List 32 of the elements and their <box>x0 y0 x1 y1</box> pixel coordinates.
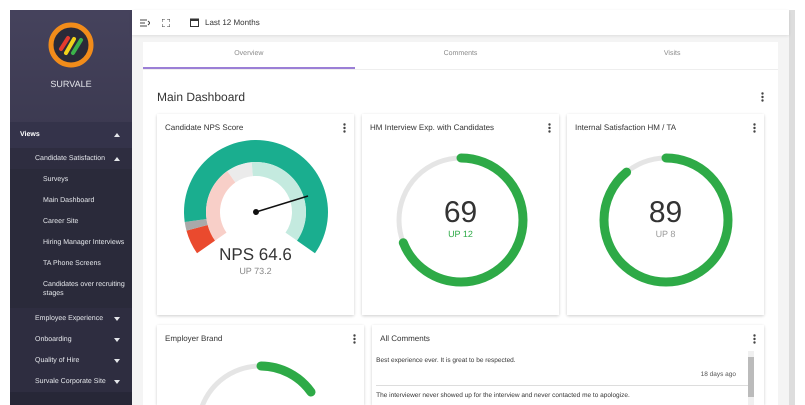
caret-down-icon <box>114 380 120 384</box>
score-value: 69 <box>444 198 478 228</box>
delta-text: UP 12 <box>448 228 473 242</box>
delta-text: UP 8 <box>656 228 676 242</box>
more-options-icon[interactable] <box>548 123 551 133</box>
score-value: 89 <box>648 198 682 228</box>
caret-up-icon <box>114 156 120 160</box>
more-options-icon[interactable] <box>343 123 346 133</box>
caret-down-icon <box>114 316 120 320</box>
fullscreen-icon[interactable] <box>162 18 170 26</box>
card-title: Employer Brand <box>165 333 222 345</box>
gauge-needle <box>252 195 308 215</box>
more-options-icon[interactable] <box>761 92 764 102</box>
card-title: Internal Satisfaction HM / TA <box>575 122 676 134</box>
brand-name: SURVALE <box>50 78 92 91</box>
caret-down-icon <box>114 338 120 342</box>
card-title: Candidate NPS Score <box>165 122 244 134</box>
more-options-icon[interactable] <box>353 334 356 344</box>
scrollbar[interactable] <box>748 351 754 405</box>
card-title: All Comments <box>380 333 430 345</box>
dashboard-title: Main Dashboard <box>157 89 246 106</box>
nps-value: NPS 64.6 <box>219 246 292 263</box>
more-options-icon[interactable] <box>753 334 756 344</box>
delta-text: UP 73.2 <box>239 265 272 278</box>
card-title: HM Interview Exp. with Candidates <box>370 122 494 134</box>
caret-down-icon <box>114 358 120 362</box>
logo-icon <box>48 22 94 68</box>
calendar-icon <box>190 18 199 27</box>
caret-up-icon <box>114 132 120 137</box>
menu-icon[interactable] <box>140 18 150 26</box>
more-options-icon[interactable] <box>753 123 756 133</box>
date-range-button[interactable]: Last 12 Months <box>190 16 260 28</box>
